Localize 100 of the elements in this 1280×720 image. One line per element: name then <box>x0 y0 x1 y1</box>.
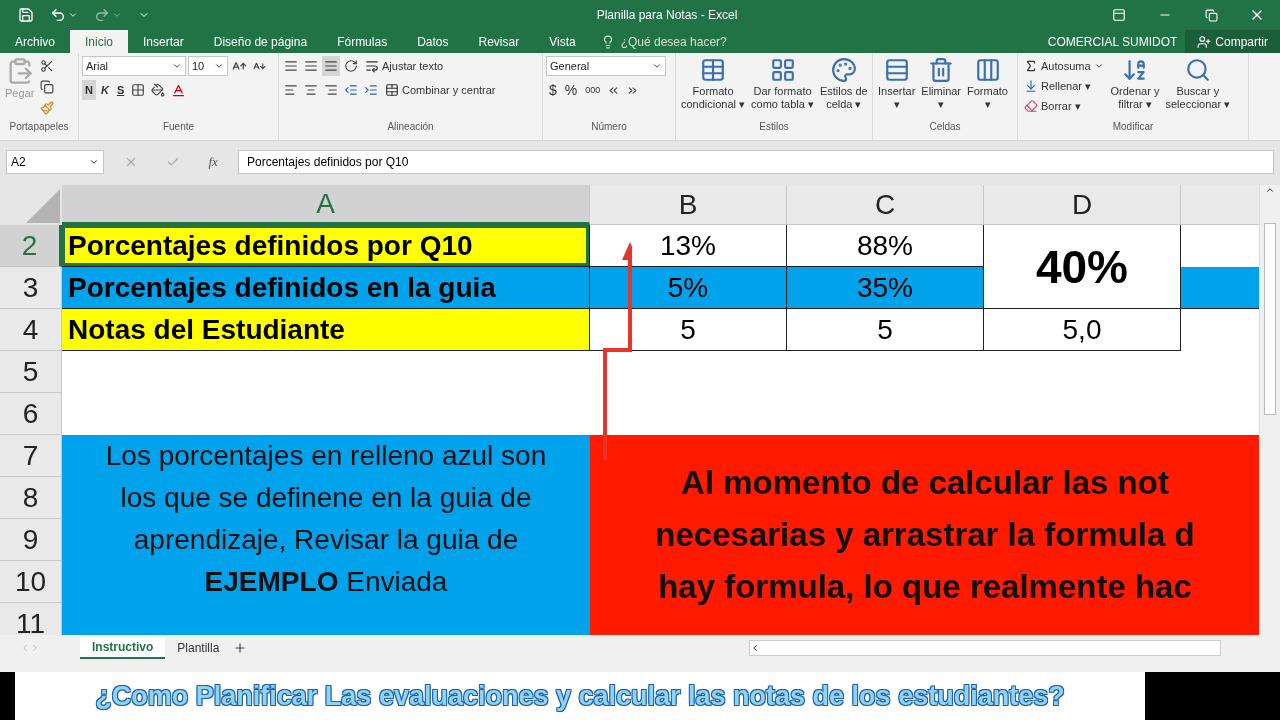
caret-icon <box>652 61 662 71</box>
row-header[interactable]: 6 <box>0 393 62 435</box>
ribbon-tab[interactable]: Archivo <box>0 30 70 53</box>
row-header[interactable]: 10 <box>0 561 62 603</box>
row-header[interactable]: 9 <box>0 519 62 561</box>
group-label: Alineación <box>386 121 435 134</box>
cells-button[interactable]: Formato ▾ <box>965 56 1010 112</box>
cells-button[interactable]: Insertar ▾ <box>876 56 918 112</box>
name-box[interactable]: A2 <box>6 150 104 174</box>
rotate-icon <box>344 59 358 73</box>
columns-icon <box>974 57 1001 83</box>
italic-button[interactable]: K <box>97 80 112 100</box>
cell-text: Al momento de calcular las not <box>681 463 1169 503</box>
paint-bucket-icon <box>151 83 166 97</box>
align-bottom-button[interactable] <box>322 56 340 76</box>
tell-me-field[interactable]: ¿Qué desea hacer? <box>618 33 753 50</box>
note-text: Los porcentajes en relleno azul son los que se definene en la guia de aprendizaje, Revisar la guia de EJEMPLO Enviada <box>105 440 547 597</box>
align-center-icon <box>304 83 318 97</box>
percent-button[interactable]: % <box>561 80 581 100</box>
thousands-button[interactable]: 000 <box>582 80 604 100</box>
number-format-field[interactable]: General <box>546 56 666 76</box>
table-cell: 13% <box>590 225 787 267</box>
merge-center-button[interactable]: Combinar y centrar <box>382 80 499 100</box>
caret-icon <box>89 157 99 167</box>
column-header[interactable]: C <box>787 185 984 225</box>
bold-button[interactable]: N <box>82 80 96 100</box>
editing-button[interactable]: Buscar y seleccionar ▾ <box>1163 56 1233 112</box>
row-header[interactable]: 11 <box>0 603 62 635</box>
row-header[interactable]: 3 <box>0 267 62 309</box>
editing-button[interactable]: Ordenar y filtrar ▾ <box>1108 56 1162 112</box>
ribbon-tab[interactable]: Revisar <box>463 30 535 53</box>
table-cell: 5 <box>590 309 787 351</box>
window-icon <box>1112 8 1126 22</box>
eraser-icon <box>1024 99 1038 113</box>
group-label: Número <box>590 121 628 134</box>
align-middle-icon <box>304 59 318 73</box>
copy-icon <box>40 80 55 94</box>
ribbon-tab[interactable]: Diseño de página <box>198 30 323 53</box>
styles-button[interactable]: Estilos de celda ▾ <box>817 56 870 112</box>
table-cell: Porcentajes definidos en la guia <box>62 267 590 309</box>
share-button[interactable]: Compartir <box>1185 30 1280 53</box>
underline-button[interactable]: S <box>113 80 128 100</box>
fill-button[interactable]: Rellenar ▾ <box>1021 76 1107 96</box>
caret-icon <box>214 61 224 71</box>
caret-icon <box>112 10 122 20</box>
sheet-tab[interactable]: Instructivo <box>80 636 166 659</box>
ribbon-tab[interactable]: Inicio <box>70 30 129 53</box>
scissors-icon <box>40 59 55 73</box>
cells-button[interactable]: Eliminar ▾ <box>919 56 964 112</box>
scroll-left-icon <box>20 642 30 653</box>
palette-icon <box>830 57 857 83</box>
table-cell: 5 <box>787 309 984 351</box>
scroll-up-icon <box>1265 185 1275 195</box>
column-header[interactable]: A <box>62 185 590 225</box>
row-header[interactable]: 2 <box>0 225 62 267</box>
sigma-icon <box>1024 59 1038 73</box>
insert-function-button[interactable]: fx <box>208 154 218 170</box>
row-header[interactable]: 8 <box>0 477 62 519</box>
autosum-button[interactable]: Autosuma <box>1021 56 1107 76</box>
row-header[interactable]: 5 <box>0 351 62 393</box>
sheet-tab[interactable]: Plantilla <box>165 636 232 659</box>
styles-button[interactable]: Dar formato como tabla ▾ <box>749 56 816 112</box>
styles-button[interactable]: Formato condicional ▾ <box>679 56 748 112</box>
decrease-indent-icon <box>344 83 358 97</box>
clear-button[interactable]: Borrar ▾ <box>1021 96 1107 116</box>
wrap-text-button[interactable]: Ajustar texto <box>362 56 447 76</box>
plus-icon <box>233 640 248 655</box>
restore-icon <box>1204 8 1218 22</box>
group-label: Modificar <box>1111 121 1155 134</box>
font-color-icon <box>171 82 187 98</box>
ribbon-tab[interactable]: Vista <box>534 30 591 53</box>
search-icon <box>1184 57 1211 83</box>
arrow-down-icon <box>1024 79 1038 93</box>
cell-text: hay formula, lo que realmente hac <box>658 567 1192 607</box>
align-top-icon <box>284 59 298 73</box>
formula-field[interactable]: Porcentajes definidos por Q10 <box>238 150 1274 174</box>
cell-text: necesarias y arrastrar la formula d <box>655 515 1195 555</box>
caret-icon <box>1093 61 1104 71</box>
merge-cells-icon <box>385 83 399 97</box>
font-size-field[interactable]: 10 <box>188 56 228 76</box>
column-header[interactable]: B <box>590 185 787 225</box>
row-header[interactable]: 7 <box>0 435 62 477</box>
ribbon-tab[interactable]: Datos <box>402 30 464 53</box>
group-label: Portapapeles <box>8 121 70 134</box>
scrollbar-thumb[interactable] <box>1264 223 1276 415</box>
table-cell: 88% <box>787 225 984 267</box>
window-title: Planilla para Notas - Excel <box>595 8 739 22</box>
currency-button[interactable]: $ <box>546 80 560 100</box>
ribbon-tab[interactable]: Insertar <box>128 30 199 53</box>
table-cell: Notas del Estudiante <box>62 309 590 351</box>
redo-icon <box>94 7 110 23</box>
ribbon-tab[interactable]: Fórmulas <box>322 30 403 53</box>
column-header[interactable]: D <box>984 185 1181 225</box>
horizontal-scrollbar[interactable] <box>749 639 1222 656</box>
group-label: Estilos <box>758 121 790 134</box>
font-name-field[interactable]: Arial <box>82 56 186 76</box>
table-cell: Porcentajes definidos por Q10 <box>62 225 590 267</box>
video-caption: ¿Como Planificar Las evaluaciones y calcular las notas de los estudiantes? <box>15 672 1145 720</box>
row-header[interactable]: 4 <box>0 309 62 351</box>
table-cell: 5,0 <box>984 309 1181 351</box>
